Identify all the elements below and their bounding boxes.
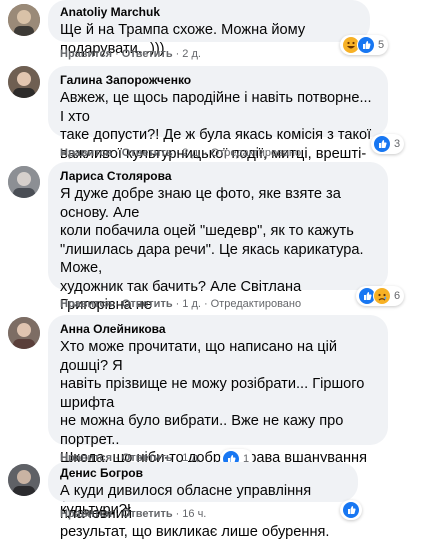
like-icon [373,135,391,153]
reaction-summary[interactable]: 5 [340,35,389,55]
avatar-image-icon [8,317,40,349]
comment-bubble: Денис Богров А куди дивилося обласне упр… [48,462,358,518]
reply-action[interactable]: Ответить [122,298,173,310]
comment-actions: Нравится · Ответить · 1 д. · Отредактировано [60,297,301,311]
reaction-count: 5 [378,39,385,51]
reply-action[interactable]: Ответить [122,48,173,60]
comment-author[interactable]: Анна Олейникова [60,322,376,337]
separator-dot: · [115,298,119,310]
comment-bubble: Анна Олейникова Хто може прочитати, що н… [48,315,388,540]
like-action[interactable]: Нравится [60,298,112,310]
comment-author[interactable]: Галина Запорожченко [60,73,376,88]
separator-dot: · [115,147,119,159]
like-action[interactable]: Нравится [60,48,112,60]
like-icon [357,36,375,54]
reply-action[interactable]: Ответить [122,147,173,159]
comment-time[interactable]: 2 д. [182,147,201,159]
separator-dot: · [203,147,208,159]
avatar-image-icon [8,166,40,198]
reaction-summary[interactable]: 6 [356,286,405,306]
separator-dot: · [203,298,208,310]
avatar[interactable] [8,166,40,198]
separator-dot: · [175,298,180,310]
separator-dot: · [175,147,180,159]
comment-bubble: Anatoliy Marchuk Ще й на Трампа схоже. М… [48,0,370,57]
comment-author[interactable]: Лариса Столярова [60,169,376,184]
avatar[interactable] [8,317,40,349]
comment-actions: Нравится · Ответить · 2 д. [60,47,201,61]
comment-author[interactable]: Anatoliy Marchuk [60,5,358,20]
avatar-image-icon [8,66,40,98]
avatar-image-icon [8,464,40,496]
like-icon [342,501,360,519]
comment-actions: Нравится · Ответить · 16 ч. [60,507,206,521]
comment-time[interactable]: 1 д. [182,298,201,310]
separator-dot: · [175,48,180,60]
separator-dot: · [115,508,119,520]
avatar[interactable] [8,66,40,98]
separator-dot: · [175,508,180,520]
avatar-image-icon [8,4,40,36]
comment-actions: Нравится · Ответить · 2 д. · Отредактировано [60,146,301,160]
comment-bubble: Галина Запорожченко Авжеж, це щось парод… [48,66,388,180]
comment-time[interactable]: 2 д. [182,48,201,60]
reaction-summary[interactable] [340,500,362,520]
reaction-count: 6 [394,290,401,302]
reply-action[interactable]: Ответить [122,508,173,520]
like-action[interactable]: Нравится [60,147,112,159]
avatar[interactable] [8,464,40,496]
comment-time[interactable]: 16 ч. [182,508,206,520]
edited-label[interactable]: Отредактировано [211,298,302,310]
comment-bubble: Лариса Столярова Я дуже добре знаю це фо… [48,162,388,369]
separator-dot: · [115,48,119,60]
edited-label[interactable]: Отредактировано [211,147,302,159]
reaction-summary[interactable]: 3 [371,134,405,154]
reaction-count: 3 [394,138,401,150]
avatar[interactable] [8,4,40,36]
comment-author[interactable]: Денис Богров [60,466,346,481]
like-action[interactable]: Нравится [60,508,112,520]
sad-icon [373,287,391,305]
